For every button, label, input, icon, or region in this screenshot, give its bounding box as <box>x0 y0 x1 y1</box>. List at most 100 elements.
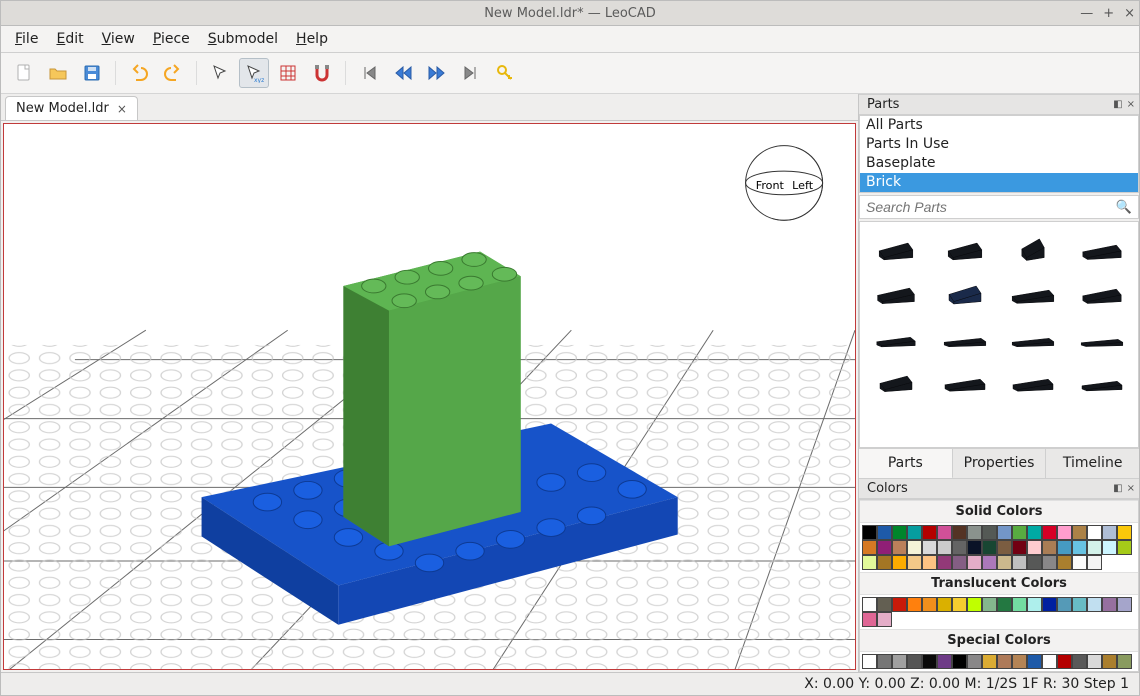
color-swatch[interactable] <box>1117 654 1132 669</box>
color-swatch[interactable] <box>1117 597 1132 612</box>
part-thumbnail[interactable] <box>1001 316 1066 356</box>
color-swatch[interactable] <box>997 654 1012 669</box>
color-swatch[interactable] <box>922 555 937 570</box>
part-thumbnail[interactable] <box>1001 228 1066 268</box>
color-swatch[interactable] <box>1072 654 1087 669</box>
part-thumbnail[interactable] <box>933 228 998 268</box>
part-thumbnail[interactable] <box>864 360 929 400</box>
category-item[interactable]: Parts In Use <box>860 135 1138 154</box>
color-swatch[interactable] <box>1042 654 1057 669</box>
color-swatch[interactable] <box>907 654 922 669</box>
open-file-button[interactable] <box>43 58 73 88</box>
new-file-button[interactable] <box>9 58 39 88</box>
colors-body[interactable]: Solid ColorsTranslucent ColorsSpecial Co… <box>859 499 1139 672</box>
color-swatch[interactable] <box>1012 597 1027 612</box>
part-thumbnail[interactable] <box>933 316 998 356</box>
color-swatch[interactable] <box>952 555 967 570</box>
color-swatch[interactable] <box>982 540 997 555</box>
close-button[interactable]: × <box>1124 6 1135 21</box>
search-icon[interactable]: 🔍 <box>1110 200 1138 215</box>
color-swatch[interactable] <box>1087 540 1102 555</box>
color-swatch[interactable] <box>937 654 952 669</box>
color-swatch[interactable] <box>1027 654 1042 669</box>
color-swatch[interactable] <box>1117 525 1132 540</box>
color-swatch[interactable] <box>997 597 1012 612</box>
color-swatch[interactable] <box>1102 597 1117 612</box>
color-swatch[interactable] <box>877 612 892 627</box>
color-swatch[interactable] <box>1012 540 1027 555</box>
menu-view[interactable]: View <box>102 31 135 47</box>
color-swatch[interactable] <box>862 555 877 570</box>
color-swatch[interactable] <box>892 555 907 570</box>
panel-detach-icon[interactable]: ◧ <box>1113 483 1122 494</box>
color-swatch[interactable] <box>952 654 967 669</box>
color-swatch[interactable] <box>967 525 982 540</box>
color-swatch[interactable] <box>877 654 892 669</box>
menu-file[interactable]: File <box>15 31 38 47</box>
color-swatch[interactable] <box>1102 525 1117 540</box>
part-thumbnail[interactable] <box>1070 360 1135 400</box>
color-swatch[interactable] <box>937 597 952 612</box>
color-swatch[interactable] <box>1042 597 1057 612</box>
color-swatch[interactable] <box>1087 597 1102 612</box>
color-swatch[interactable] <box>907 597 922 612</box>
color-swatch[interactable] <box>997 525 1012 540</box>
step-prev-button[interactable] <box>388 58 418 88</box>
color-swatch[interactable] <box>922 540 937 555</box>
parts-category-list[interactable]: All PartsParts In UseBaseplateBrick <box>859 115 1139 193</box>
color-swatch[interactable] <box>952 597 967 612</box>
color-swatch[interactable] <box>922 525 937 540</box>
color-swatch[interactable] <box>982 597 997 612</box>
snap-grid-button[interactable] <box>273 58 303 88</box>
subtab-properties[interactable]: Properties <box>953 449 1047 478</box>
color-swatch[interactable] <box>877 555 892 570</box>
color-swatch[interactable] <box>1042 540 1057 555</box>
menu-edit[interactable]: Edit <box>56 31 83 47</box>
color-swatch[interactable] <box>1012 654 1027 669</box>
color-swatch[interactable] <box>892 540 907 555</box>
color-swatch[interactable] <box>877 597 892 612</box>
part-thumbnail[interactable] <box>1070 228 1135 268</box>
category-item[interactable]: Baseplate <box>860 154 1138 173</box>
color-swatch[interactable] <box>967 540 982 555</box>
step-last-button[interactable] <box>456 58 486 88</box>
color-swatch[interactable] <box>1072 555 1087 570</box>
color-swatch[interactable] <box>1117 540 1132 555</box>
color-swatch[interactable] <box>1057 597 1072 612</box>
color-swatch[interactable] <box>907 555 922 570</box>
color-swatch[interactable] <box>1057 540 1072 555</box>
color-swatch[interactable] <box>1072 597 1087 612</box>
snap-magnet-button[interactable] <box>307 58 337 88</box>
menu-submodel[interactable]: Submodel <box>208 31 278 47</box>
document-tab[interactable]: New Model.ldr × <box>5 96 138 120</box>
undo-button[interactable] <box>124 58 154 88</box>
color-swatch[interactable] <box>907 525 922 540</box>
color-swatch[interactable] <box>892 597 907 612</box>
part-thumbnail[interactable] <box>933 272 998 312</box>
color-swatch[interactable] <box>907 540 922 555</box>
color-swatch[interactable] <box>1087 555 1102 570</box>
color-swatch[interactable] <box>982 555 997 570</box>
color-swatch[interactable] <box>952 540 967 555</box>
color-swatch[interactable] <box>877 525 892 540</box>
color-swatch[interactable] <box>1057 555 1072 570</box>
color-swatch[interactable] <box>862 597 877 612</box>
color-swatch[interactable] <box>1012 525 1027 540</box>
part-thumbnail[interactable] <box>1070 316 1135 356</box>
color-swatch[interactable] <box>1087 525 1102 540</box>
color-swatch[interactable] <box>967 555 982 570</box>
color-swatch[interactable] <box>937 540 952 555</box>
panel-detach-icon[interactable]: ◧ <box>1113 99 1122 110</box>
color-swatch[interactable] <box>862 654 877 669</box>
part-thumbnail[interactable] <box>864 272 929 312</box>
color-swatch[interactable] <box>937 555 952 570</box>
color-swatch[interactable] <box>1072 525 1087 540</box>
redo-button[interactable] <box>158 58 188 88</box>
color-swatch[interactable] <box>997 540 1012 555</box>
color-swatch[interactable] <box>967 654 982 669</box>
color-swatch[interactable] <box>967 597 982 612</box>
color-swatch[interactable] <box>1027 525 1042 540</box>
parts-thumbnail-grid[interactable] <box>859 221 1139 448</box>
color-swatch[interactable] <box>862 612 877 627</box>
color-swatch[interactable] <box>1102 540 1117 555</box>
